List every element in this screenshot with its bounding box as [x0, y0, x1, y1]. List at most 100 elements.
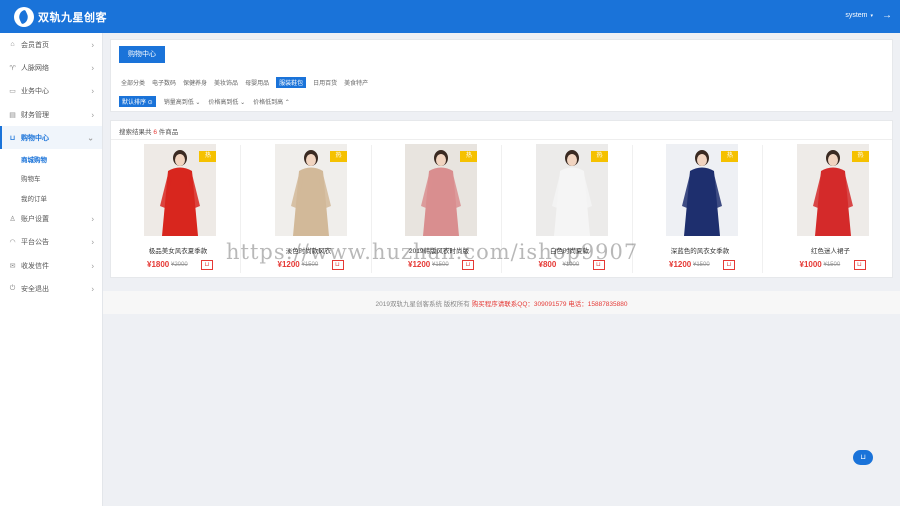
floating-cart-button[interactable]: ⊔ — [853, 450, 873, 465]
wallet-icon: ▤ — [9, 111, 16, 119]
sidebar-item-announcements[interactable]: ◠ 平台公告 › — [0, 231, 102, 254]
result-suffix: 件商品 — [158, 129, 179, 136]
result-count-number: 6 — [153, 129, 157, 136]
sort-default[interactable]: 默认排序 ⊙ — [119, 96, 156, 107]
add-to-cart-icon[interactable]: ⊔ — [201, 260, 213, 270]
footer-contact: 购买程序请联系QQ：309091579 电话：15887835880 — [471, 300, 628, 308]
category-health[interactable]: 保健养身 — [183, 78, 207, 87]
logout-icon[interactable]: → — [882, 10, 892, 21]
product-name[interactable]: 2019韩版风衣时尚版 — [376, 245, 502, 255]
product-price: ¥1000 — [799, 260, 822, 269]
product-image[interactable]: 热 — [274, 144, 347, 236]
cart-icon: ⊔ — [9, 134, 16, 142]
sidebar-item-label: 平台公告 — [21, 239, 49, 247]
product-image[interactable]: 热 — [144, 144, 216, 236]
chevron-right-icon: › — [91, 284, 94, 294]
category-electronics[interactable]: 电子数码 — [152, 78, 176, 87]
add-to-cart-icon[interactable]: ⊔ — [853, 260, 866, 270]
user-menu[interactable]: system ▾ — [845, 12, 873, 19]
sidebar-item-label: 人脉网络 — [21, 64, 49, 72]
sidebar-item-label: 收发信件 — [21, 262, 49, 270]
sidebar-item-business[interactable]: ▭ 业务中心 › — [0, 80, 102, 103]
chevron-right-icon: › — [91, 214, 94, 224]
product-price: ¥1200 — [669, 260, 692, 269]
product-card[interactable]: 热深蓝色的风衣女季款 ¥1200 ¥1500 ⊔ — [637, 143, 763, 275]
category-all[interactable]: 全部分类 — [121, 78, 145, 87]
power-icon: ⏻ — [9, 284, 16, 292]
hot-badge: 热 — [199, 151, 216, 162]
add-to-cart-icon[interactable]: ⊔ — [723, 260, 735, 270]
category-baby[interactable]: 母婴用品 — [245, 78, 269, 87]
product-results: 搜索结果共 6 件商品 热极品美女风衣夏季款 ¥1800 ¥2000 ⊔ 热淡色时尚款风… — [110, 120, 893, 278]
network-icon: ♈ — [9, 64, 16, 72]
mail-icon: ✉ — [9, 262, 16, 270]
product-card[interactable]: 热 2019韩版风衣时尚版 ¥1200 ¥1500 ⊔ — [376, 143, 502, 275]
sidebar-subitem-orders[interactable]: 我的订单 — [0, 188, 102, 207]
product-image[interactable]: 热 — [535, 144, 608, 236]
chevron-right-icon: › — [91, 261, 94, 271]
add-to-cart-icon[interactable]: ⊔ — [462, 260, 474, 270]
chevron-right-icon: › — [91, 86, 94, 96]
product-name[interactable]: 深蓝色的风衣女季款 — [637, 245, 763, 255]
product-card[interactable]: 热红色迷人裙子 ¥1000 ¥1500 ⊔ — [768, 143, 894, 275]
sidebar-subitem-cart[interactable]: 购物车 — [0, 169, 102, 188]
product-name[interactable]: 淡色时尚款风衣 — [246, 245, 372, 255]
username: system — [845, 12, 868, 19]
top-bar: 双轨九星创客 system ▾ → — [0, 0, 900, 33]
category-apparel[interactable]: 服装鞋包 — [276, 77, 307, 88]
sidebar-item-home[interactable]: ⌂ 会员首页 › — [0, 33, 102, 56]
product-card[interactable]: 热白色时尚夏款 ¥800 ¥1000 ⊔ — [507, 143, 633, 275]
result-prefix: 搜索结果共 — [119, 129, 152, 136]
sort-price-desc[interactable]: 价格高到低 ⌄ — [208, 97, 245, 106]
sidebar-item-shopping[interactable]: ⊔ 购物中心 ⌄ — [0, 126, 102, 150]
hot-badge: 热 — [590, 151, 608, 162]
app-logo[interactable]: 双轨九星创客 — [14, 6, 107, 28]
product-image[interactable]: 热 — [405, 144, 477, 236]
column-divider — [631, 145, 633, 273]
hot-badge: 热 — [721, 151, 738, 162]
product-image[interactable]: 热 — [796, 144, 869, 236]
sidebar-item-network[interactable]: ♈ 人脉网络 › — [0, 56, 102, 79]
product-name[interactable]: 白色时尚夏款 — [507, 245, 633, 255]
sort-sales-desc[interactable]: 销量高到低 ⌄ — [164, 97, 201, 106]
sidebar-item-finance[interactable]: ▤ 财务管理 › — [0, 103, 102, 126]
product-name[interactable]: 红色迷人裙子 — [768, 245, 894, 255]
product-original-price: ¥1500 — [301, 262, 319, 268]
category-daily-goods[interactable]: 日用百货 — [313, 78, 337, 87]
bird-logo-icon — [14, 7, 34, 27]
category-beauty[interactable]: 美妆饰品 — [214, 78, 238, 87]
product-name[interactable]: 极品美女风衣夏季款 — [115, 245, 241, 255]
sidebar-item-account[interactable]: ♙ 账户设置 › — [0, 207, 102, 230]
page-title-tab[interactable]: 购物中心 — [119, 46, 165, 63]
add-to-cart-icon[interactable]: ⊔ — [592, 260, 605, 270]
product-original-price: ¥2000 — [171, 262, 188, 268]
column-divider — [240, 145, 241, 273]
logo-text: 双轨九星创客 — [38, 12, 107, 24]
sort-options: 默认排序 ⊙ 销量高到低 ⌄ 价格高到低 ⌄ 价格低到高 ⌃ — [119, 96, 290, 107]
sidebar-item-messages[interactable]: ✉ 收发信件 › — [0, 254, 102, 277]
sort-price-asc[interactable]: 价格低到高 ⌃ — [253, 97, 290, 106]
hot-badge: 热 — [460, 151, 477, 162]
hot-badge: 热 — [851, 151, 869, 162]
category-food[interactable]: 美食特产 — [344, 78, 368, 87]
sidebar-item-logout[interactable]: ⏻ 安全退出 › — [0, 277, 102, 300]
column-divider — [762, 145, 763, 273]
sidebar-item-label: 会员首页 — [21, 41, 49, 49]
add-to-cart-icon[interactable]: ⊔ — [331, 260, 344, 270]
hot-badge: 热 — [329, 151, 347, 162]
product-price: ¥1200 — [408, 260, 431, 269]
product-price: ¥1200 — [277, 260, 300, 269]
product-image[interactable]: 热 — [666, 144, 738, 236]
sidebar-subitem-mall[interactable]: 商城购物 — [0, 149, 102, 168]
footer-copyright: 2019双轨九星创客系统 版权所有 — [375, 300, 470, 308]
product-original-price: ¥1500 — [432, 262, 449, 268]
product-card[interactable]: 热淡色时尚款风衣 ¥1200 ¥1500 ⊔ — [246, 143, 372, 275]
monitor-icon: ▭ — [9, 88, 16, 96]
sidebar-item-label: 账户设置 — [21, 216, 49, 224]
product-original-price: ¥1500 — [823, 262, 841, 268]
chevron-down-icon: ⌄ — [87, 133, 94, 143]
product-original-price: ¥1500 — [693, 262, 710, 268]
category-filter: 全部分类 电子数码 保健养身 美妆饰品 母婴用品 服装鞋包 日用百货 美食特产 — [121, 77, 368, 88]
product-card[interactable]: 热极品美女风衣夏季款 ¥1800 ¥2000 ⊔ — [115, 143, 241, 275]
sidebar-item-label: 安全退出 — [21, 285, 49, 293]
